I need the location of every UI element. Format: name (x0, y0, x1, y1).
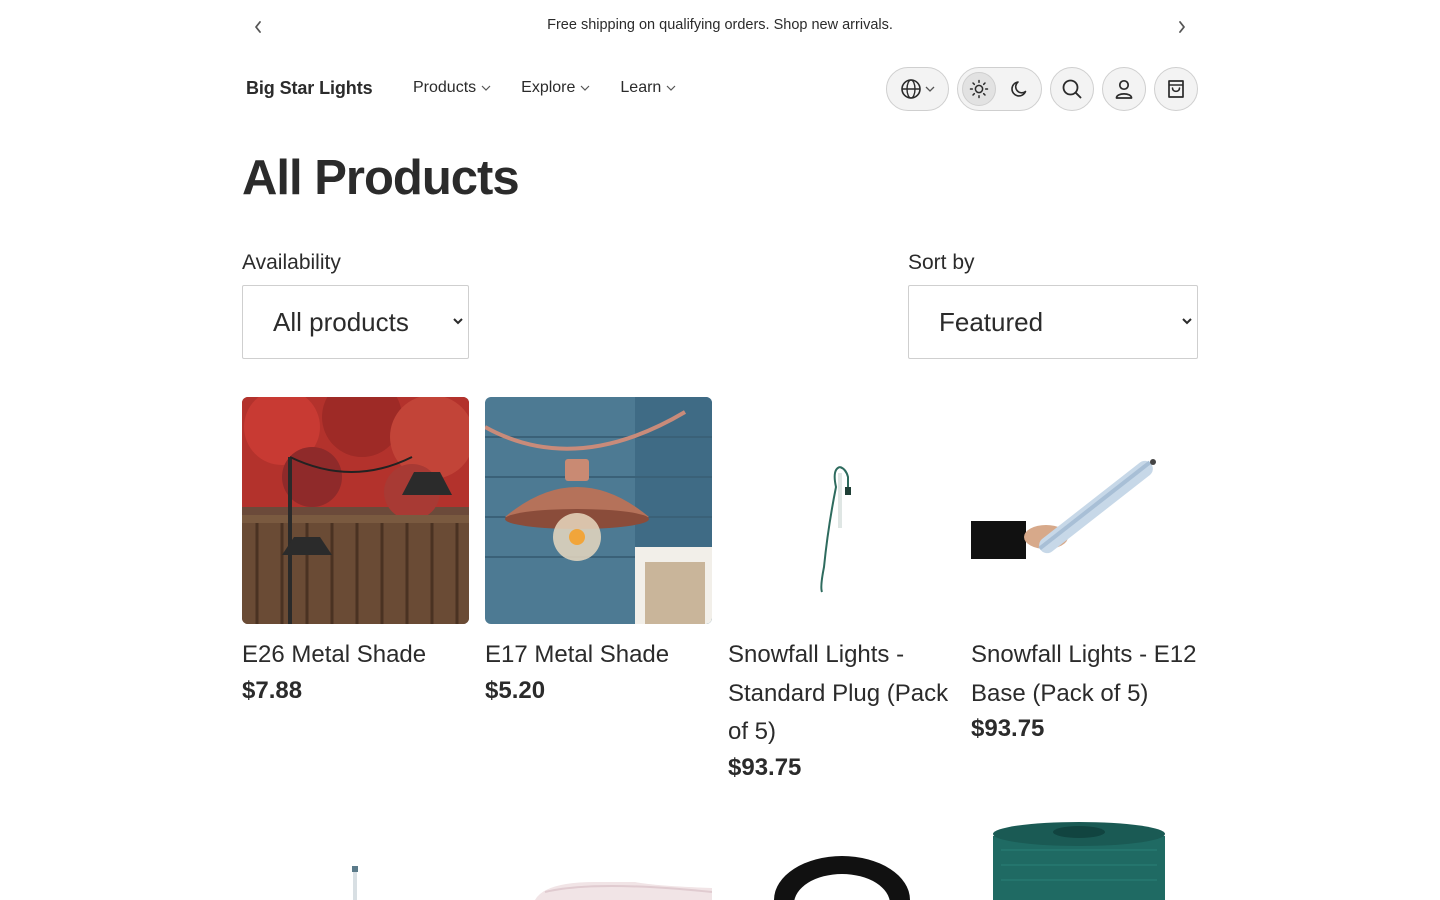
product-name[interactable]: Snowfall Lights - E12 Base (Pack of 5) (971, 636, 1198, 713)
product-image[interactable] (485, 397, 712, 624)
product-price: $5.20 (485, 676, 546, 704)
locale-selector-button[interactable] (886, 67, 949, 111)
search-button[interactable] (1050, 67, 1094, 111)
nav-products-label: Products (413, 79, 477, 96)
sun-icon (969, 79, 989, 99)
product-price: $93.75 (728, 753, 802, 781)
chevron-down-icon (1181, 315, 1193, 327)
sort-label: Sort by (908, 251, 975, 274)
product-image[interactable] (971, 397, 1198, 624)
sort-select[interactable]: Featured (908, 285, 1198, 359)
product-image[interactable] (242, 397, 469, 624)
nav-products[interactable]: Products (413, 79, 491, 97)
globe-icon (901, 79, 921, 99)
sort-value: Featured (939, 306, 1044, 337)
product-name[interactable]: Snowfall Lights - Standard Plug (Pack of… (728, 636, 955, 752)
product-image[interactable] (971, 800, 1198, 900)
theme-light-button[interactable] (962, 72, 996, 106)
chevron-down-icon (580, 85, 590, 91)
product-card[interactable]: E17 Metal Shade $5.20 (485, 397, 712, 705)
announcement-next-button[interactable] (1170, 15, 1194, 39)
availability-select[interactable]: All products (242, 285, 469, 359)
moon-icon (1011, 81, 1027, 97)
availability-value: All products (273, 306, 409, 337)
chevron-down-icon (481, 85, 491, 91)
announcement-bar: Free shipping on qualifying orders. Shop… (0, 0, 1440, 54)
product-image[interactable] (242, 800, 469, 900)
chevron-right-icon (1179, 21, 1185, 33)
availability-label: Availability (242, 251, 341, 274)
nav-learn[interactable]: Learn (620, 79, 676, 97)
nav-explore[interactable]: Explore (521, 79, 590, 97)
main-nav: Products Explore Learn (413, 79, 706, 97)
product-name[interactable]: E17 Metal Shade (485, 636, 712, 675)
chevron-down-icon (666, 85, 676, 91)
product-name[interactable]: E26 Metal Shade (242, 636, 469, 675)
cart-button[interactable] (1154, 67, 1198, 111)
site-header: Big Star Lights Products Explore Learn (0, 62, 1440, 116)
search-icon (1062, 79, 1082, 99)
account-button[interactable] (1102, 67, 1146, 111)
product-image[interactable] (485, 800, 712, 900)
product-price: $93.75 (971, 715, 1045, 742)
theme-dark-button[interactable] (1003, 72, 1037, 106)
chevron-down-icon (452, 315, 464, 327)
product-price: $7.88 (242, 676, 303, 704)
shopping-bag-icon (1168, 80, 1184, 98)
product-card[interactable]: E26 Metal Shade $7.88 (242, 397, 469, 705)
product-card[interactable]: Snowfall Lights - E12 Base (Pack of 5) $… (971, 397, 1198, 743)
user-icon (1115, 79, 1133, 99)
product-image[interactable] (728, 800, 955, 900)
product-card[interactable]: Snowfall Lights - Standard Plug (Pack of… (728, 397, 955, 782)
announcement-message[interactable]: Free shipping on qualifying orders. Shop… (0, 17, 1440, 33)
site-logo[interactable]: Big Star Lights (246, 78, 373, 99)
theme-toggle (957, 67, 1042, 111)
page-title: All Products (242, 151, 520, 205)
nav-learn-label: Learn (620, 79, 662, 96)
chevron-down-icon (925, 86, 935, 92)
product-image[interactable] (728, 397, 955, 624)
nav-explore-label: Explore (521, 79, 576, 96)
